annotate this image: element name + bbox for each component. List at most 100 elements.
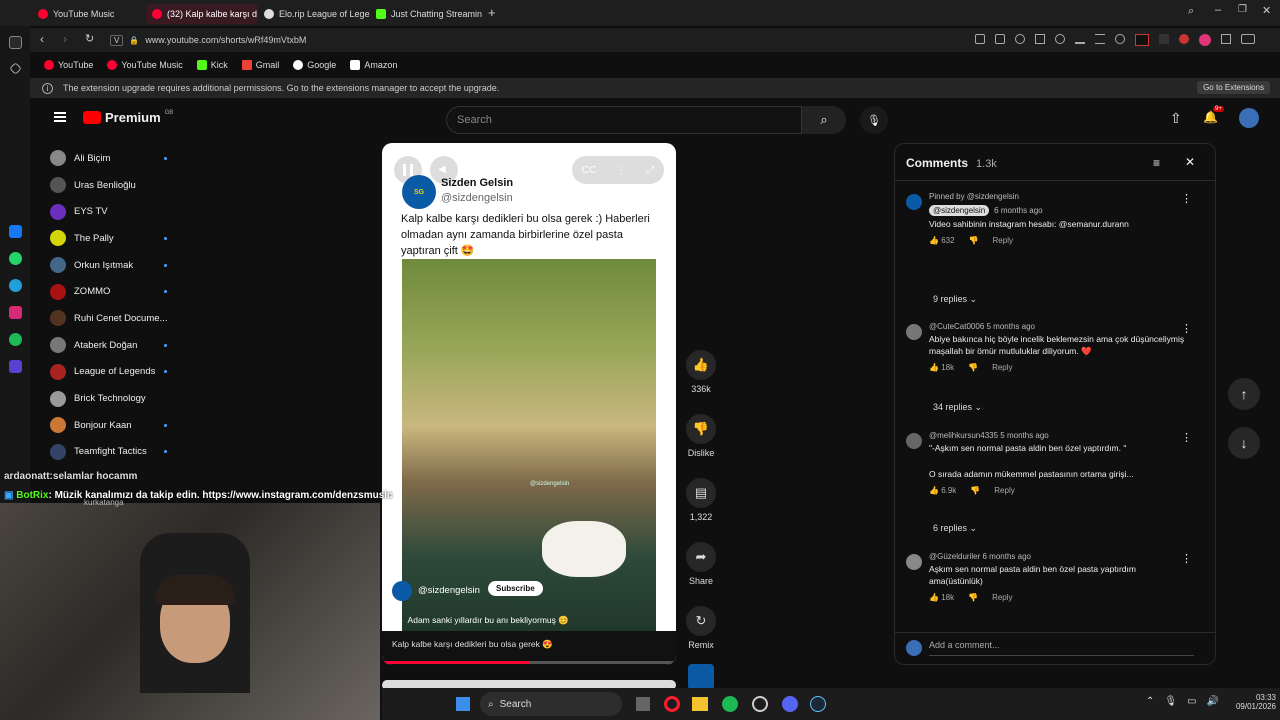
- tab-youtube-short[interactable]: (32) Kalp kalbe karşı d: [146, 4, 258, 24]
- more-options-icon[interactable]: ⋮: [616, 165, 626, 176]
- comments-button[interactable]: ▤ 1,322: [684, 478, 718, 522]
- forward-icon[interactable]: ›: [63, 32, 67, 46]
- reply-button[interactable]: Reply: [994, 486, 1014, 495]
- opera-icon[interactable]: [664, 696, 680, 712]
- spotify-taskbar-icon[interactable]: [722, 696, 738, 712]
- fullscreen-icon[interactable]: ⤢: [646, 165, 654, 176]
- comment-author[interactable]: @sizdengelsin: [929, 205, 990, 216]
- new-tab-button[interactable]: +: [488, 5, 496, 20]
- bookmark-kick[interactable]: Kick: [196, 60, 228, 70]
- subscription-item[interactable]: Bonjour Kaan: [50, 412, 200, 439]
- tab-elo-rip[interactable]: Elo.rip League of Legend:: [258, 4, 370, 24]
- address-bar[interactable]: V 🔒 www.youtube.com/shorts/wRf49mVtxbM: [110, 31, 1010, 49]
- comment-dislike-icon[interactable]: 👎: [970, 486, 980, 495]
- extension-lol-icon[interactable]: [1179, 34, 1189, 44]
- commenter-avatar[interactable]: [906, 194, 922, 210]
- comment-author[interactable]: @Güzelduriler: [929, 552, 980, 561]
- voice-search-button[interactable]: 🎙: [860, 106, 888, 134]
- extension-red-icon[interactable]: [1135, 34, 1149, 46]
- next-short-button[interactable]: ↓: [1228, 427, 1260, 459]
- ai-icon[interactable]: [1241, 34, 1255, 44]
- comment-like-icon[interactable]: 👍 6.9k: [929, 486, 956, 495]
- steam-icon[interactable]: [810, 696, 826, 712]
- bookmark-gmail[interactable]: Gmail: [241, 60, 279, 70]
- commenter-avatar[interactable]: [906, 324, 922, 340]
- subscription-item[interactable]: ZOMMO: [50, 278, 200, 305]
- commenter-avatar[interactable]: [906, 433, 922, 449]
- extension-pink-icon[interactable]: [1199, 34, 1211, 46]
- reload-icon[interactable]: ↻: [85, 32, 94, 45]
- comment-like-icon[interactable]: 👍 18k: [929, 593, 954, 602]
- reply-button[interactable]: Reply: [993, 236, 1013, 245]
- previous-short-button[interactable]: ↑: [1228, 378, 1260, 410]
- go-to-extensions-button[interactable]: Go to Extensions: [1197, 81, 1270, 94]
- subscription-item[interactable]: Teamfight Tactics: [50, 439, 200, 466]
- add-comment-input[interactable]: Add a comment...: [929, 640, 1194, 656]
- home-icon[interactable]: [9, 36, 22, 49]
- profile-icon[interactable]: [1115, 34, 1125, 44]
- view-replies-button[interactable]: 34 replies ⌄: [933, 402, 982, 413]
- view-replies-button[interactable]: 6 replies ⌄: [933, 523, 977, 534]
- notifications-icon[interactable]: 🔔 9+: [1203, 106, 1224, 124]
- post-channel-name[interactable]: Sizden Gelsin: [441, 177, 513, 189]
- maximize-button[interactable]: ❐: [1238, 4, 1247, 15]
- subscription-item[interactable]: The Pally: [50, 225, 200, 252]
- comment-menu-icon[interactable]: ⋮: [1181, 431, 1192, 444]
- tab-kick[interactable]: Just Chatting Streaming -: [370, 4, 482, 24]
- subscription-item[interactable]: Ali Biçim: [50, 145, 200, 172]
- comment-author[interactable]: @CuteCat0006: [929, 322, 984, 331]
- post-channel-handle[interactable]: @sizdengelsin: [441, 192, 513, 204]
- minimize-button[interactable]: –: [1215, 4, 1221, 16]
- windows-start-icon[interactable]: [456, 697, 470, 711]
- close-window-button[interactable]: ✕: [1262, 4, 1271, 17]
- bookmark-google[interactable]: Google: [293, 60, 336, 70]
- shorts-player[interactable]: ◀ CC ⋮ ⤢ SG Sizden Gelsin @sizdengelsin Ka…: [382, 143, 676, 665]
- download-icon[interactable]: [1075, 34, 1085, 44]
- messenger-icon[interactable]: [9, 225, 22, 238]
- tab-youtube-music[interactable]: YouTube Music: [32, 4, 144, 24]
- speaker-icon[interactable]: 🔊: [1207, 696, 1219, 707]
- app-taskbar-icon[interactable]: [752, 696, 768, 712]
- search-input[interactable]: Search: [446, 106, 802, 134]
- player-icon[interactable]: [9, 360, 22, 373]
- bookmark-youtube-music[interactable]: YouTube Music: [107, 60, 183, 70]
- view-replies-button[interactable]: 9 replies ⌄: [933, 294, 977, 305]
- site-info-badge[interactable]: V: [110, 34, 124, 46]
- clock[interactable]: 03:33 09/01/2026: [1222, 693, 1276, 711]
- comment-menu-icon[interactable]: ⋮: [1181, 322, 1192, 335]
- subscription-item[interactable]: EYS TV: [50, 198, 200, 225]
- share-button[interactable]: ➦ Share: [684, 542, 718, 586]
- discord-icon[interactable]: [782, 696, 798, 712]
- bookmark-youtube[interactable]: YouTube: [44, 60, 93, 70]
- extensions-puzzle-icon[interactable]: [1221, 34, 1231, 44]
- extension-mask-icon[interactable]: [1159, 34, 1169, 44]
- file-explorer-icon[interactable]: [692, 697, 708, 711]
- overlay-channel-handle[interactable]: @sizdengelsin: [418, 585, 480, 596]
- taskbar-search[interactable]: ⌕ Search: [480, 692, 622, 716]
- play-icon[interactable]: [1035, 34, 1045, 44]
- telegram-icon[interactable]: [9, 279, 22, 292]
- edit-icon[interactable]: [975, 34, 985, 44]
- like-button[interactable]: 👍 336k: [684, 350, 718, 394]
- close-comments-icon[interactable]: ✕: [1185, 155, 1195, 169]
- whatsapp-icon[interactable]: [9, 252, 22, 265]
- comment-dislike-icon[interactable]: 👎: [969, 236, 979, 245]
- comment-like-icon[interactable]: 👍 632: [929, 236, 955, 245]
- reply-button[interactable]: Reply: [992, 363, 1012, 372]
- comment-menu-icon[interactable]: ⋮: [1181, 552, 1192, 565]
- account-avatar[interactable]: [1239, 108, 1259, 128]
- youtube-premium-logo[interactable]: Premium GB: [83, 110, 173, 125]
- comment-menu-icon[interactable]: ⋮: [1181, 192, 1192, 205]
- subscription-item[interactable]: Brick Technology: [50, 385, 200, 412]
- subscription-item[interactable]: League of Legends: [50, 359, 200, 386]
- progress-track[interactable]: [382, 661, 676, 664]
- reply-button[interactable]: Reply: [992, 593, 1012, 602]
- camera-icon[interactable]: [995, 34, 1005, 44]
- task-view-icon[interactable]: [636, 697, 650, 711]
- channel-avatar[interactable]: SG: [402, 175, 436, 209]
- hamburger-menu-icon[interactable]: [54, 112, 66, 122]
- star-icon[interactable]: [9, 62, 22, 75]
- instagram-icon[interactable]: [9, 306, 22, 319]
- tray-chevron-icon[interactable]: ⌃: [1146, 696, 1154, 707]
- upload-icon[interactable]: ⇧: [1170, 110, 1182, 127]
